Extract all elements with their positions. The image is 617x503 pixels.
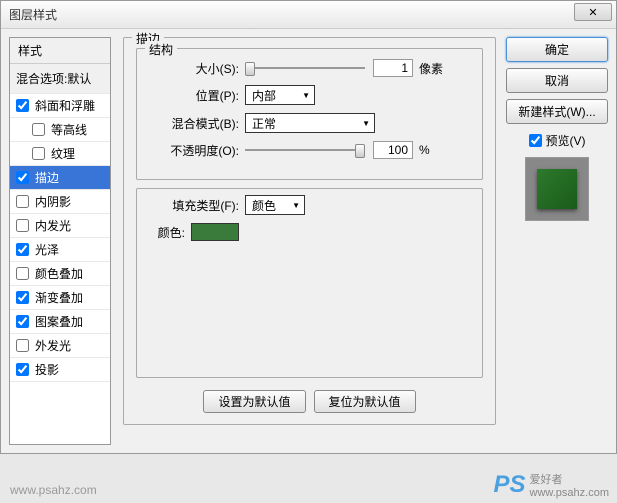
opacity-slider[interactable] — [245, 142, 365, 158]
style-item[interactable]: 外发光 — [10, 334, 110, 358]
style-item-label: 光泽 — [35, 241, 59, 258]
default-buttons: 设置为默认值 复位为默认值 — [136, 390, 483, 413]
size-label: 大小(S): — [149, 60, 239, 77]
layer-style-dialog: 图层样式 ✕ 样式 混合选项:默认 斜面和浮雕等高线纹理描边内阴影内发光光泽颜色… — [0, 0, 617, 454]
close-icon: ✕ — [588, 6, 597, 19]
style-checkbox[interactable] — [16, 219, 29, 232]
position-dropdown[interactable]: 内部 — [245, 85, 315, 105]
style-item-label: 颜色叠加 — [35, 265, 83, 282]
style-item-label: 描边 — [35, 169, 59, 186]
style-item-label: 等高线 — [51, 121, 87, 138]
style-checkbox[interactable] — [16, 339, 29, 352]
size-row: 大小(S): 像素 — [149, 59, 470, 77]
position-row: 位置(P): 内部 — [149, 85, 470, 105]
opacity-input[interactable] — [373, 141, 413, 159]
filltype-dropdown[interactable]: 颜色 — [245, 195, 305, 215]
color-swatch[interactable] — [191, 223, 239, 241]
blend-dropdown[interactable]: 正常 — [245, 113, 375, 133]
watermark-url: www.psahz.com — [10, 483, 97, 497]
preview-label: 预览(V) — [546, 132, 586, 149]
filltype-row: 填充类型(F): 颜色 — [149, 195, 470, 215]
styles-header: 样式 — [10, 38, 110, 64]
actions-panel: 确定 取消 新建样式(W)... 预览(V) — [502, 37, 608, 445]
dialog-content: 样式 混合选项:默认 斜面和浮雕等高线纹理描边内阴影内发光光泽颜色叠加渐变叠加图… — [1, 29, 616, 453]
position-label: 位置(P): — [149, 87, 239, 104]
reset-default-button[interactable]: 复位为默认值 — [314, 390, 416, 413]
style-item[interactable]: 图案叠加 — [10, 310, 110, 334]
stroke-fieldset: 描边 结构 大小(S): 像素 位置(P): — [123, 37, 496, 425]
new-style-button[interactable]: 新建样式(W)... — [506, 99, 608, 124]
size-unit: 像素 — [419, 60, 443, 77]
style-item[interactable]: 投影 — [10, 358, 110, 382]
watermark: PS 爱好者 www.psahz.com — [494, 471, 610, 499]
styles-panel: 样式 混合选项:默认 斜面和浮雕等高线纹理描边内阴影内发光光泽颜色叠加渐变叠加图… — [9, 37, 111, 445]
style-checkbox[interactable] — [16, 267, 29, 280]
style-checkbox[interactable] — [16, 315, 29, 328]
opacity-row: 不透明度(O): % — [149, 141, 470, 159]
fill-fieldset: 填充类型(F): 颜色 颜色: — [136, 188, 483, 378]
titlebar: 图层样式 ✕ — [1, 1, 616, 29]
preview-toggle: 预览(V) — [506, 132, 608, 149]
style-item[interactable]: 斜面和浮雕 — [10, 94, 110, 118]
blend-label: 混合模式(B): — [149, 115, 239, 132]
style-checkbox[interactable] — [16, 291, 29, 304]
structure-title: 结构 — [145, 41, 177, 58]
style-item-label: 内阴影 — [35, 193, 71, 210]
style-item[interactable]: 内阴影 — [10, 190, 110, 214]
style-item-label: 投影 — [35, 361, 59, 378]
size-slider[interactable] — [245, 60, 365, 76]
style-checkbox[interactable] — [16, 171, 29, 184]
style-checkbox[interactable] — [16, 363, 29, 376]
blend-row: 混合模式(B): 正常 — [149, 113, 470, 133]
opacity-label: 不透明度(O): — [149, 142, 239, 159]
style-item[interactable]: 渐变叠加 — [10, 286, 110, 310]
watermark-text: 爱好者 www.psahz.com — [530, 471, 609, 499]
opacity-unit: % — [419, 143, 430, 157]
close-button[interactable]: ✕ — [574, 3, 612, 21]
size-input[interactable] — [373, 59, 413, 77]
style-item[interactable]: 纹理 — [10, 142, 110, 166]
preview-checkbox[interactable] — [529, 134, 542, 147]
style-item-label: 渐变叠加 — [35, 289, 83, 306]
style-checkbox[interactable] — [16, 99, 29, 112]
style-item[interactable]: 光泽 — [10, 238, 110, 262]
style-item-label: 外发光 — [35, 337, 71, 354]
structure-fieldset: 结构 大小(S): 像素 位置(P): 内部 — [136, 48, 483, 180]
style-checkbox[interactable] — [32, 123, 45, 136]
preview-thumbnail — [525, 157, 589, 221]
style-item[interactable]: 描边 — [10, 166, 110, 190]
color-label: 颜色: — [149, 224, 185, 241]
preview-image — [537, 169, 577, 209]
style-checkbox[interactable] — [32, 147, 45, 160]
style-item-label: 图案叠加 — [35, 313, 83, 330]
style-checkbox[interactable] — [16, 243, 29, 256]
main-panel: 描边 结构 大小(S): 像素 位置(P): — [117, 37, 502, 445]
style-item-label: 纹理 — [51, 145, 75, 162]
style-checkbox[interactable] — [16, 195, 29, 208]
color-row: 颜色: — [149, 223, 470, 241]
style-item-label: 内发光 — [35, 217, 71, 234]
style-item[interactable]: 等高线 — [10, 118, 110, 142]
style-item-label: 斜面和浮雕 — [35, 97, 95, 114]
set-default-button[interactable]: 设置为默认值 — [203, 390, 305, 413]
filltype-label: 填充类型(F): — [149, 197, 239, 214]
style-item[interactable]: 内发光 — [10, 214, 110, 238]
blend-options-item[interactable]: 混合选项:默认 — [10, 64, 110, 94]
style-item[interactable]: 颜色叠加 — [10, 262, 110, 286]
cancel-button[interactable]: 取消 — [506, 68, 608, 93]
ok-button[interactable]: 确定 — [506, 37, 608, 62]
dialog-title: 图层样式 — [9, 6, 57, 23]
watermark-logo: PS — [494, 471, 526, 499]
